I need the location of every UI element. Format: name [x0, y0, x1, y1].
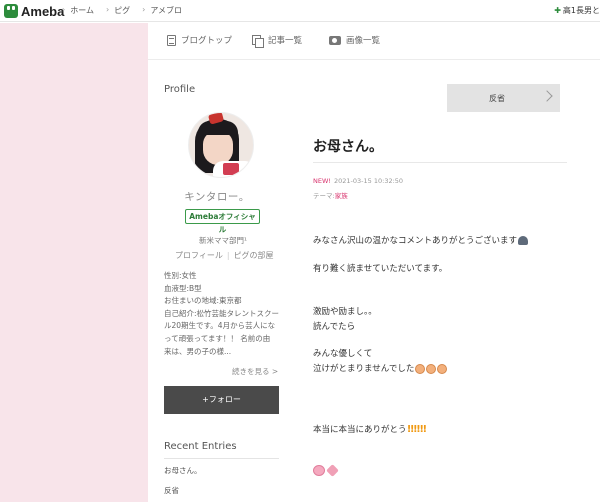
detail-line: って頑張ってます！！ 名前の由 — [164, 333, 271, 343]
crumb-ameblo[interactable]: アメブロ — [150, 5, 182, 16]
plus-icon: ✚ — [554, 6, 561, 15]
read-more-link[interactable]: 続きを見る > — [232, 366, 278, 377]
blog-subnav: ブログトップ 記事一覧 画像一覧 — [148, 23, 600, 60]
official-badge[interactable]: Amebaオフィシャル — [185, 209, 260, 234]
entry-body-line: 泣けがとまりませんでした — [313, 362, 448, 374]
pig-emoji-icon — [313, 465, 325, 476]
crying-emoji-icon — [518, 236, 529, 245]
profile-link[interactable]: プロフィール — [175, 251, 223, 260]
entry-body-line: みんな優しくて — [313, 349, 373, 359]
entry-body-line: 読んでたら — [313, 322, 356, 332]
entry-body-line: 本当に本当にありがとう‼‼‼ — [313, 424, 426, 435]
detail-line: 性別:女性 — [164, 271, 197, 280]
entry-body-line: 激励や励まし。。 — [313, 307, 377, 317]
pigg-room-link[interactable]: ピグの部屋 — [234, 251, 274, 260]
subnav-entry-list[interactable]: 記事一覧 — [252, 34, 302, 48]
entry-body-line: みなさん沢山の温かなコメントありがとうございます — [313, 234, 529, 246]
detail-line: 自己紹介:松竹芸能タレントスクー — [164, 308, 280, 318]
profile-nickname[interactable]: キンタロー。 — [148, 189, 286, 204]
theme-link[interactable]: 家族 — [335, 192, 348, 200]
entry-date: NEW! 2021-03-15 10:32:50 — [313, 177, 404, 185]
recent-entry-link[interactable]: 反省 — [164, 485, 179, 496]
entry-theme: テーマ:家族 — [313, 192, 348, 200]
copy-icon — [252, 34, 264, 48]
recent-entry-link[interactable]: お母さん。 — [164, 465, 202, 476]
crumb-home[interactable]: ホーム — [70, 5, 94, 16]
avatar[interactable] — [188, 112, 254, 178]
recent-entries-heading: Recent Entries — [164, 441, 237, 452]
profile-heading: Profile — [164, 84, 196, 95]
follow-button[interactable]: +フォロー — [164, 386, 279, 414]
previous-entry-button[interactable]: 反省 — [447, 84, 560, 112]
face-emoji-icon — [437, 363, 448, 374]
subnav-blog-top[interactable]: ブログトップ — [167, 34, 232, 46]
profile-details: 性別:女性 血液型:B型 お住まいの地域:東京都 自己紹介:松竹芸能タレントスク… — [164, 270, 280, 358]
subnav-image-list[interactable]: 画像一覧 — [329, 34, 380, 46]
previous-entry-label: 反省 — [489, 94, 505, 103]
divider — [164, 458, 279, 459]
detail-line: ル20期生です。4月から芸人にな — [164, 321, 276, 331]
detail-line: 来は、男の子の様... — [164, 346, 232, 356]
detail-line: 血液型:B型 — [164, 283, 202, 293]
divider — [313, 162, 567, 163]
face-emoji-icon — [415, 363, 426, 374]
heart-emoji-icon — [326, 464, 339, 477]
exclamation-emoji-icon: ‼ — [407, 424, 414, 435]
profile-links: プロフィール | ピグの部屋 — [175, 251, 274, 260]
entry-body-line — [313, 464, 339, 477]
face-emoji-icon — [426, 363, 437, 374]
left-background-band — [0, 23, 148, 502]
document-icon — [167, 34, 176, 46]
exclamation-emoji-icon: ‼ — [420, 424, 426, 435]
camera-icon — [329, 35, 341, 45]
top-bar: Ameba › ホーム › ピグ › アメブロ ✚ 高1長男と — [0, 0, 600, 22]
ameba-logo-icon — [4, 4, 18, 18]
entry-title[interactable]: お母さん。 — [313, 136, 383, 156]
logo-text: Ameba — [21, 3, 65, 19]
crumb-pigg[interactable]: ピグ — [114, 5, 130, 16]
breadcrumb: › ホーム › ピグ › アメブロ — [62, 5, 182, 16]
new-badge: NEW! — [313, 177, 332, 185]
top-right-link[interactable]: ✚ 高1長男と — [554, 5, 600, 16]
ameba-logo[interactable]: Ameba — [4, 3, 64, 19]
entry-body-line: 有り難く読ませていただいてます。 — [313, 264, 448, 274]
detail-line: お住まいの地域:東京都 — [164, 296, 242, 306]
profile-subtitle: 新米ママ部門¹ — [198, 236, 247, 245]
exclamation-emoji-icon: ‼ — [413, 424, 420, 435]
